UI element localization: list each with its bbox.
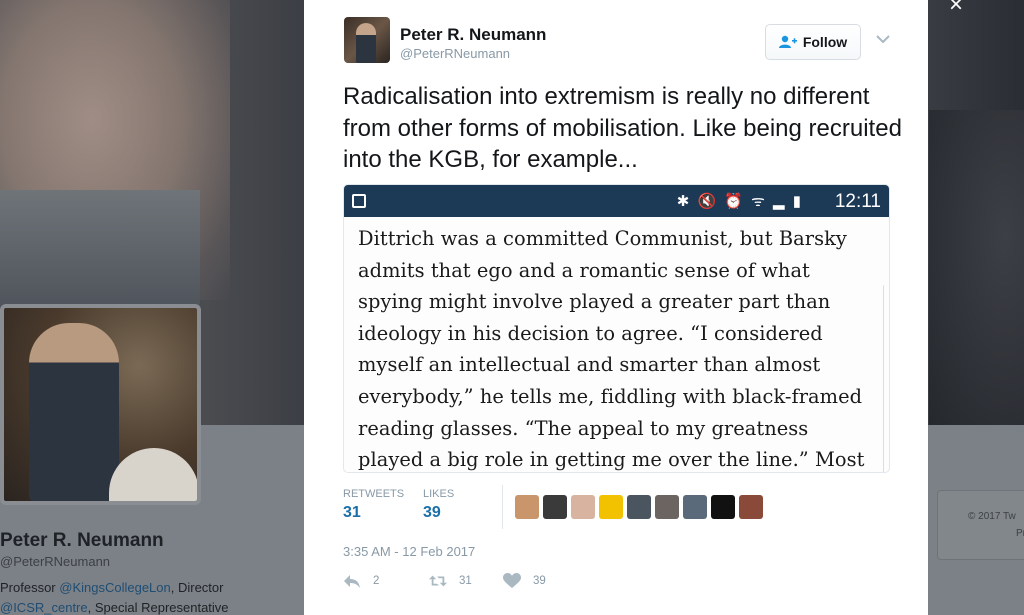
status-time: 12:11 — [834, 191, 881, 212]
chevron-down-icon[interactable] — [876, 34, 890, 44]
tweet-text: Radicalisation into extremism is really … — [343, 83, 902, 173]
retweet-icon — [429, 575, 447, 587]
banner-photo-right — [929, 110, 1024, 425]
liker-avatar[interactable] — [571, 495, 595, 519]
avatar-figure — [29, 323, 119, 501]
heart-icon — [503, 573, 521, 588]
profile-bio: Professor @KingsCollegeLon, Director @IC… — [0, 578, 240, 615]
liker-avatar[interactable] — [739, 495, 763, 519]
phone-status-bar: ✱ 🔇 ⏰ ᯤ ▂ ▮ 12:11 — [344, 185, 889, 217]
bio-link-icsr[interactable]: @ICSR_centre — [0, 600, 88, 615]
bio-link-kingscollege[interactable]: @KingsCollegeLon — [59, 580, 171, 595]
author-name[interactable]: Peter R. Neumann — [400, 25, 546, 45]
status-icons: ✱ 🔇 ⏰ ᯤ ▂ ▮ — [676, 193, 803, 210]
retweets-stat[interactable]: RETWEETS 31 — [343, 488, 404, 522]
avatar-table — [109, 448, 197, 501]
liker-avatar[interactable] — [515, 495, 539, 519]
follow-button[interactable]: Follow — [765, 24, 861, 60]
footer-copyright: © 2017 Tw — [968, 511, 1016, 522]
tweet-media-image[interactable]: ✱ 🔇 ⏰ ᯤ ▂ ▮ 12:11 Dittrich was a committ… — [343, 184, 890, 473]
like-count: 39 — [533, 575, 546, 587]
liker-avatar[interactable] — [655, 495, 679, 519]
app-icon — [352, 194, 366, 208]
article-excerpt: Dittrich was a committed Communist, but … — [358, 227, 865, 472]
liker-avatars — [515, 495, 763, 519]
author-avatar-figure — [356, 23, 376, 63]
profile-handle: @PeterRNeumann — [0, 554, 111, 569]
article-scrollbar — [883, 285, 887, 472]
reply-count: 2 — [373, 575, 380, 587]
stats-divider — [502, 485, 503, 529]
footer-card: © 2017 Tw Pr — [937, 490, 1024, 560]
retweets-label: RETWEETS — [343, 488, 405, 500]
reply-icon — [344, 575, 360, 588]
profile-name: Peter R. Neumann — [0, 530, 164, 551]
author-avatar[interactable] — [344, 17, 390, 63]
follow-label: Follow — [802, 34, 848, 50]
likes-label: LIKES — [423, 488, 455, 500]
tweet-stats: RETWEETS 31 LIKES 39 — [343, 488, 543, 532]
bio-prefix: Professor — [0, 580, 60, 595]
liker-avatar[interactable] — [627, 495, 651, 519]
likes-count: 39 — [423, 504, 441, 521]
liker-avatar[interactable] — [543, 495, 567, 519]
retweets-count: 31 — [343, 504, 361, 521]
liker-avatar[interactable] — [683, 495, 707, 519]
retweet-button[interactable]: 31 — [429, 573, 472, 589]
liker-avatar[interactable] — [599, 495, 623, 519]
tweet-timestamp[interactable]: 3:35 AM - 12 Feb 2017 — [343, 544, 475, 559]
add-user-icon — [778, 35, 797, 48]
bio-mid: , Director — [170, 580, 224, 595]
close-modal-button[interactable]: × — [945, 0, 967, 17]
reply-button[interactable]: 2 — [343, 573, 379, 589]
profile-avatar[interactable] — [0, 304, 201, 505]
tweet-actions: 2 31 39 — [343, 573, 643, 595]
tweet-modal: Peter R. Neumann @PeterRNeumann Follow R… — [304, 0, 928, 615]
liker-avatar[interactable] — [711, 495, 735, 519]
author-handle[interactable]: @PeterRNeumann — [400, 46, 510, 61]
like-button[interactable]: 39 — [503, 573, 546, 589]
footer-link[interactable]: Pr — [1016, 528, 1024, 539]
likes-stat[interactable]: LIKES 39 — [423, 488, 454, 522]
retweet-count: 31 — [459, 575, 472, 587]
bio-suffix: , Special Representative — [87, 600, 229, 615]
